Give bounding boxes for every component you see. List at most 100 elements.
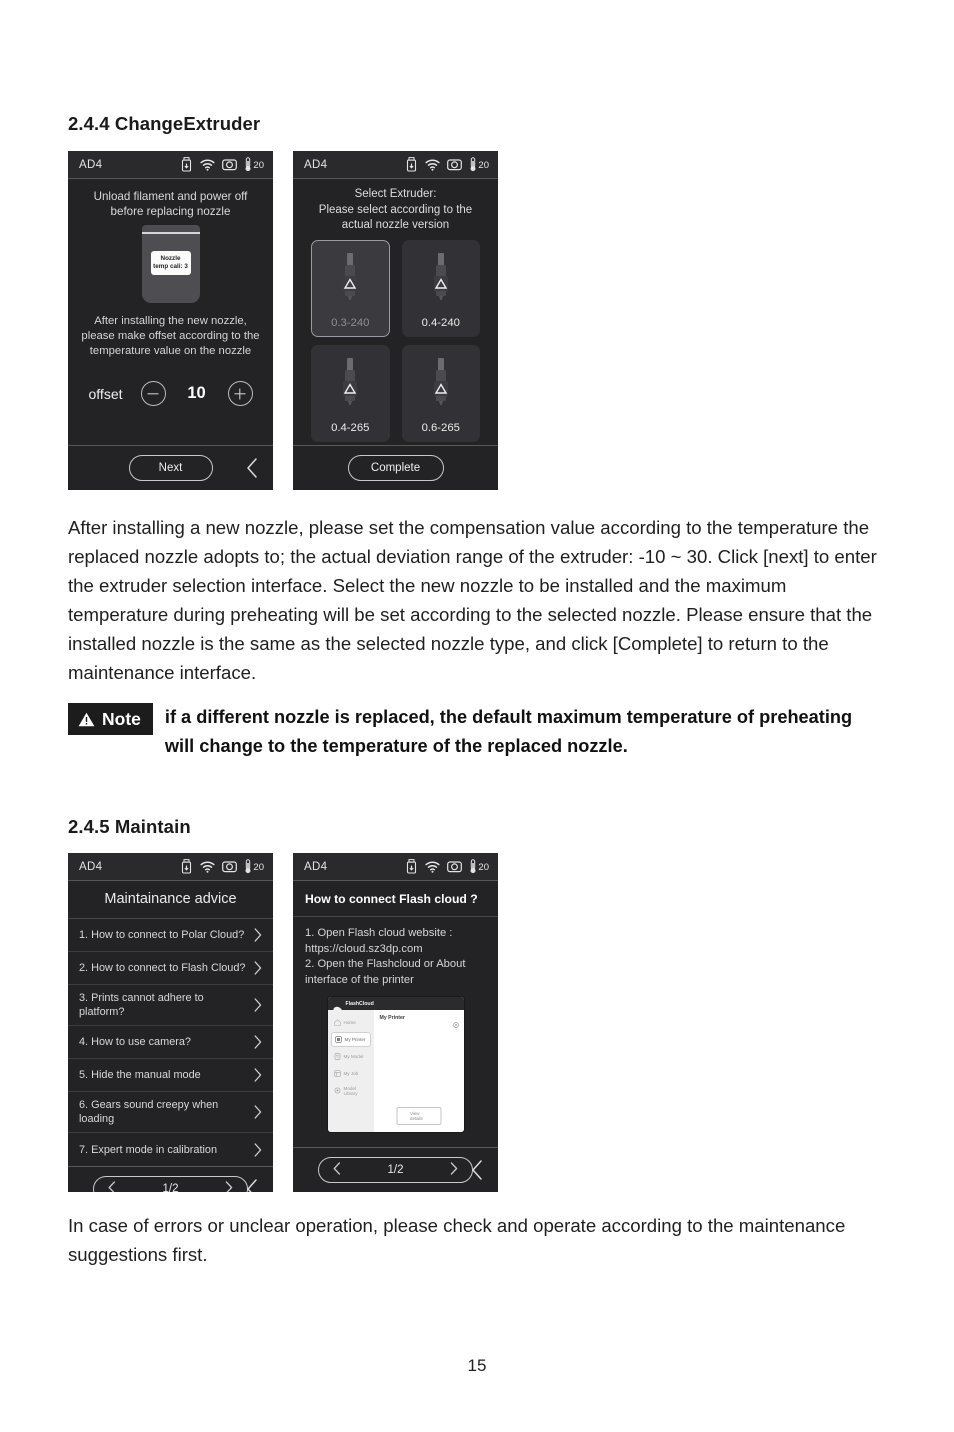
nozzle-bag-illustration: Nozzle temp cali: 3	[141, 225, 200, 303]
thermometer-icon: 20	[244, 859, 264, 874]
flashcloud-nav-my-job[interactable]: My Job	[331, 1066, 371, 1081]
pager-label: 1/2	[162, 1183, 179, 1192]
maintenance-item-label: 5. Hide the manual mode	[79, 1069, 201, 1081]
list-item[interactable]: 3. Prints cannot adhere to platform?	[68, 985, 273, 1026]
paragraph-maintain: In case of errors or unclear operation, …	[68, 1215, 846, 1265]
list-item[interactable]: 7. Expert mode in calibration	[68, 1133, 273, 1166]
camera-icon	[222, 860, 238, 873]
screenshot-select-extruder: AD4 20 Select Extruder: Please select ac…	[293, 151, 498, 490]
flash-cloud-help-body: How to connect Flash cloud ? 1. Open Fla…	[293, 881, 498, 1147]
maintenance-advice-body: Maintainance advice 1. How to connect to…	[68, 881, 273, 1166]
flash-cloud-help-steps: 1. Open Flash cloud website : https://cl…	[305, 927, 466, 986]
chevron-right-icon	[254, 1068, 262, 1082]
maintenance-advice-footer: 1/2	[68, 1166, 273, 1192]
maintenance-item-label: 1. How to connect to Polar Cloud?	[79, 929, 245, 941]
status-model-label: AD4	[79, 860, 103, 873]
status-model-label: AD4	[79, 158, 103, 171]
pager-control[interactable]: 1/2	[318, 1157, 473, 1183]
printer-icon	[334, 1036, 342, 1043]
paragraph-change-extruder: After installing a new nozzle, please se…	[68, 517, 877, 683]
offset-instruction: After installing the new nozzle, please …	[81, 315, 260, 357]
flashcloud-content-title: My Printer	[379, 1015, 405, 1021]
gear-icon[interactable]	[452, 1015, 459, 1028]
job-list-icon	[333, 1070, 341, 1077]
nozzle-option-3[interactable]: 0.6-265	[401, 344, 480, 442]
bag-label-line1: Nozzle	[160, 255, 181, 262]
select-extruder-title: Select Extruder: Please select according…	[318, 188, 473, 231]
flashcloud-embedded-screenshot: FlashCloud Home My Printer My Model My J…	[327, 997, 464, 1132]
change-nozzle-footer: Next	[68, 445, 273, 490]
maintenance-item-label: 3. Prints cannot adhere to platform?	[79, 992, 204, 1018]
list-item[interactable]: 2. How to connect to Flash Cloud?	[68, 952, 273, 985]
flashcloud-content: My Printer View details	[373, 1010, 464, 1132]
pager-previous-icon[interactable]	[333, 1162, 341, 1178]
flashcloud-nav-my-printer[interactable]: My Printer	[330, 1032, 371, 1047]
list-item[interactable]: 4. How to use camera?	[68, 1026, 273, 1059]
library-gear-icon	[334, 1087, 341, 1094]
list-item[interactable]: 5. Hide the manual mode	[68, 1059, 273, 1092]
flashcloud-content-header: My Printer	[379, 1015, 459, 1028]
change-nozzle-body: Unload filament and power off before rep…	[68, 179, 273, 445]
flashcloud-sidebar: Home My Printer My Model My Job Model Li…	[327, 1010, 374, 1132]
back-chevron-icon[interactable]	[246, 1179, 259, 1192]
pager-control[interactable]: 1/2	[93, 1176, 248, 1192]
maintenance-item-label: 6. Gears sound creepy when loading	[79, 1099, 219, 1125]
pager-previous-icon[interactable]	[108, 1181, 116, 1192]
model-icon	[334, 1053, 341, 1060]
back-chevron-icon[interactable]	[471, 1160, 484, 1180]
flash-cloud-help-footer: 1/2	[293, 1147, 498, 1192]
unload-filament-instruction: Unload filament and power off before rep…	[93, 190, 248, 218]
nozzle-option-label: 0.6-265	[421, 421, 460, 434]
view-details-button[interactable]: View details	[396, 1107, 441, 1125]
screenshot-flash-cloud-help: AD4 20 How to connect Flash cloud ? 1. O…	[293, 853, 498, 1192]
note-badge-label: Note	[102, 708, 141, 729]
flashcloud-nav-label: My Printer	[344, 1037, 366, 1042]
maintenance-item-label: 7. Expert mode in calibration	[79, 1143, 218, 1156]
offset-label: offset	[88, 385, 123, 402]
temperature-value: 20	[253, 160, 264, 171]
flashcloud-main: Home My Printer My Model My Job Model Li…	[327, 1010, 464, 1132]
usb-drive-icon	[405, 157, 418, 172]
nozzle-option-0[interactable]: 0.3-240	[311, 239, 390, 337]
chevron-right-icon	[254, 1035, 262, 1049]
flashcloud-nav-label: My Model	[343, 1054, 364, 1059]
flashcloud-logo-icon	[332, 1000, 343, 1013]
flashcloud-nav-model-library[interactable]: Model Library	[331, 1083, 371, 1098]
complete-button[interactable]: Complete	[347, 455, 444, 481]
select-extruder-footer: Complete	[293, 445, 498, 490]
camera-icon	[222, 158, 238, 171]
pager-next-icon[interactable]	[225, 1181, 233, 1192]
maintenance-advice-title: Maintainance advice	[68, 881, 273, 919]
status-icon-group: 20	[405, 859, 489, 874]
document-page: 2.4.4 ChangeExtruder AD4 20 Unload filam…	[0, 0, 954, 1432]
thermometer-icon: 20	[469, 859, 489, 874]
list-item[interactable]: 6. Gears sound creepy when loading	[68, 1092, 273, 1133]
usb-drive-icon	[180, 859, 193, 874]
flashcloud-nav-my-model[interactable]: My Model	[331, 1049, 371, 1064]
nozzle-option-1[interactable]: 0.4-240	[401, 239, 480, 337]
next-button[interactable]: Next	[128, 455, 213, 481]
list-item[interactable]: 1. How to connect to Polar Cloud?	[68, 919, 273, 952]
chevron-right-icon	[254, 1105, 262, 1119]
back-chevron-icon[interactable]	[246, 458, 259, 478]
status-bar: AD4 20	[293, 853, 498, 881]
flashcloud-nav-home[interactable]: Home	[331, 1015, 371, 1030]
maintenance-advice-list: 1. How to connect to Polar Cloud? 2. How…	[68, 919, 273, 1166]
pager-next-icon[interactable]	[450, 1162, 458, 1178]
thermometer-icon: 20	[469, 157, 489, 172]
screenshot-maintenance-advice: AD4 20 Maintainance advice 1. How to con…	[68, 853, 273, 1192]
offset-increase-button[interactable]	[227, 381, 253, 406]
offset-decrease-button[interactable]	[140, 381, 166, 406]
nozzle-bag-label: Nozzle temp cali: 3	[150, 251, 191, 275]
select-extruder-body: Select Extruder: Please select according…	[293, 179, 498, 445]
chevron-right-icon	[254, 961, 262, 975]
temperature-value: 20	[478, 160, 489, 171]
bag-label-line2: temp cali: 3	[153, 263, 188, 270]
nozzle-option-2[interactable]: 0.4-265	[311, 344, 390, 442]
warning-triangle-icon	[78, 712, 95, 726]
chevron-right-icon	[254, 928, 262, 942]
nozzle-icon	[336, 241, 364, 317]
flashcloud-brand-label: FlashCloud	[345, 1000, 374, 1007]
note-badge: Note	[68, 703, 153, 735]
status-model-label: AD4	[304, 860, 328, 873]
